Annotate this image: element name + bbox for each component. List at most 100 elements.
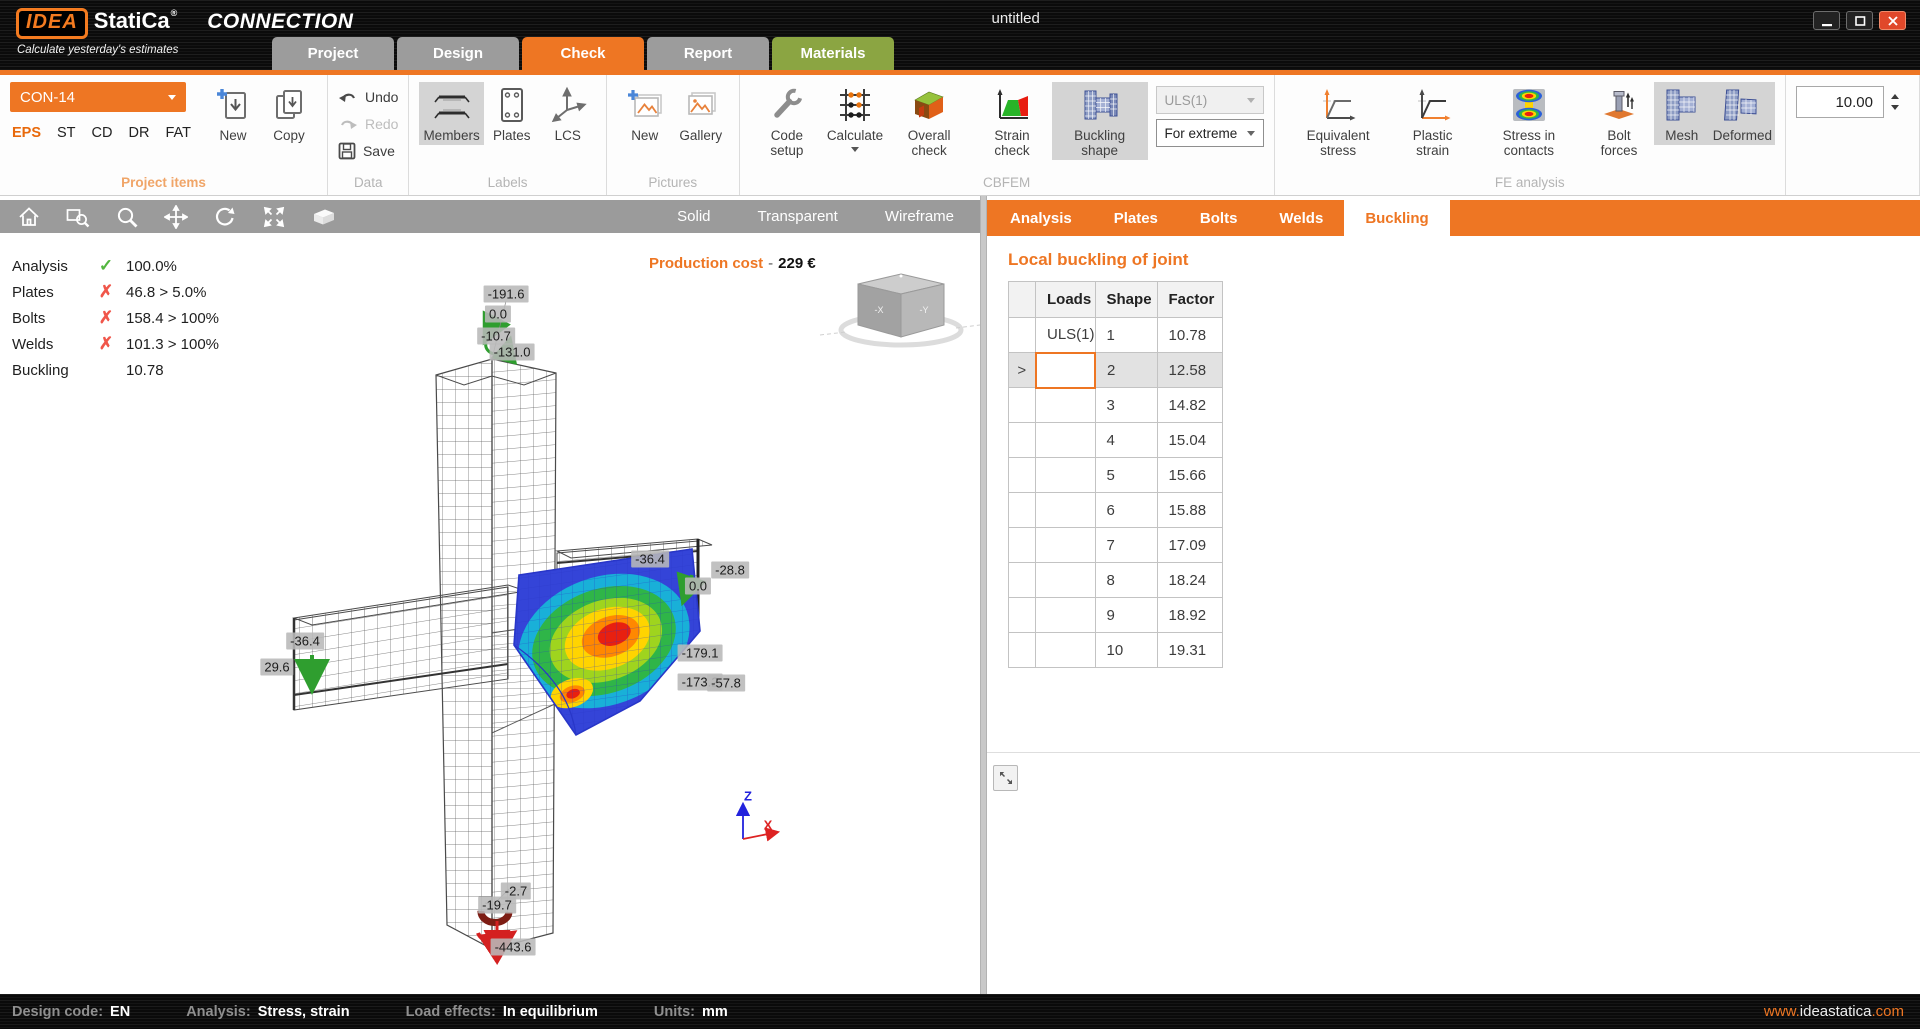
fit-view-icon[interactable] [261, 204, 287, 230]
home-view-icon[interactable] [16, 204, 42, 230]
stress-in-contacts-button[interactable]: Stress in contacts [1474, 82, 1585, 160]
tab-project[interactable]: Project [272, 37, 394, 70]
tab-check[interactable]: Check [522, 37, 644, 70]
column-header-factor[interactable]: Factor [1157, 282, 1222, 318]
results-tab-buckling[interactable]: Buckling [1344, 200, 1449, 236]
ribbon: CON-14 EPS ST CD DR FAT New C [0, 75, 1920, 196]
save-button[interactable]: Save [338, 140, 398, 162]
extreme-select[interactable]: For extreme [1156, 119, 1264, 147]
axes-icon [549, 85, 587, 125]
group-label-pictures: Pictures [607, 174, 739, 195]
model-value-label: 0.0 [685, 578, 711, 595]
viewport-3d: Solid Transparent Wireframe [0, 196, 980, 994]
spinner-up-icon[interactable] [1891, 94, 1899, 99]
buckling-shape-icon [1079, 85, 1121, 125]
group-label-cbfem: CBFEM [740, 174, 1274, 195]
redo-button[interactable]: Redo [338, 113, 398, 135]
table-row[interactable]: 5 15.66 [1009, 458, 1223, 493]
maximize-icon [1856, 17, 1865, 25]
strain-check-button[interactable]: Strain check [972, 82, 1051, 160]
mode-fat[interactable]: FAT [165, 125, 191, 141]
cube-face-y-label[interactable]: -Y [920, 305, 929, 315]
new-project-item-button[interactable]: New [205, 82, 261, 145]
overall-check-button[interactable]: Overall check [886, 82, 972, 160]
view-mode-wireframe[interactable]: Wireframe [885, 208, 954, 225]
main-area: Solid Transparent Wireframe [0, 196, 1920, 994]
chevron-down-icon [851, 147, 859, 152]
mode-st[interactable]: ST [57, 125, 76, 141]
column-header-loads[interactable]: Loads [1036, 282, 1096, 318]
deformed-scale-input[interactable]: 10.00 [1796, 86, 1884, 118]
cube-face-x-label[interactable]: -X [875, 305, 884, 315]
panel-splitter[interactable] [980, 196, 987, 994]
results-tab-plates[interactable]: Plates [1093, 200, 1179, 236]
indicator-column-header [1009, 282, 1036, 318]
members-labels-button[interactable]: Members [419, 82, 483, 145]
results-tab-bolts[interactable]: Bolts [1179, 200, 1259, 236]
model-canvas: Analysis ✓ 100.0% Plates ✗ 46.8 > 5.0% B… [0, 233, 980, 994]
zoom-window-icon[interactable] [65, 204, 91, 230]
tab-design[interactable]: Design [397, 37, 519, 70]
section-title: Local buckling of joint [1008, 250, 1920, 270]
mode-cd[interactable]: CD [92, 125, 113, 141]
plastic-strain-button[interactable]: Plastic strain [1392, 82, 1474, 160]
load-case-select[interactable]: ULS(1) [1156, 86, 1264, 114]
view-mode-transparent[interactable]: Transparent [758, 208, 838, 225]
mode-dr[interactable]: DR [129, 125, 150, 141]
window-controls [1813, 11, 1906, 30]
results-tab-analysis[interactable]: Analysis [989, 200, 1093, 236]
bolt-forces-button[interactable]: Bolt forces [1584, 82, 1654, 160]
table-row[interactable]: 10 19.31 [1009, 633, 1223, 668]
buckling-shape-button[interactable]: Buckling shape [1052, 82, 1148, 160]
maximize-button[interactable] [1846, 11, 1873, 30]
zoom-icon[interactable] [114, 204, 140, 230]
tab-materials[interactable]: Materials [772, 37, 894, 70]
copy-project-item-button[interactable]: Copy [261, 82, 317, 145]
status-units: Units:mm [654, 1004, 728, 1020]
code-setup-button[interactable]: Code setup [750, 82, 824, 160]
plates-labels-button[interactable]: Plates [484, 82, 540, 145]
ribbon-group-deformed-scale: 10.00 [1786, 75, 1920, 195]
spinner-down-icon[interactable] [1891, 105, 1899, 110]
connection-selector[interactable]: CON-14 [10, 82, 186, 112]
lcs-labels-button[interactable]: LCS [540, 82, 596, 145]
new-picture-button[interactable]: New [617, 82, 673, 145]
mesh-button[interactable]: Mesh [1654, 82, 1710, 145]
product-name: CONNECTION [207, 10, 353, 34]
view-toolbar: Solid Transparent Wireframe [0, 200, 980, 233]
table-row[interactable]: 6 15.88 [1009, 493, 1223, 528]
pan-icon[interactable] [163, 204, 189, 230]
column-header-shape[interactable]: Shape [1095, 282, 1157, 318]
clipping-box-icon[interactable] [310, 204, 336, 230]
results-tab-welds[interactable]: Welds [1258, 200, 1344, 236]
undo-button[interactable]: Undo [338, 86, 398, 108]
website-link[interactable]: www.ideastatica.com [1764, 1003, 1904, 1020]
table-row[interactable]: 3 14.82 [1009, 388, 1223, 423]
minimize-button[interactable] [1813, 11, 1840, 30]
view-mode-solid[interactable]: Solid [677, 208, 710, 225]
focused-cell[interactable] [1036, 353, 1096, 388]
table-row[interactable]: ULS(1) 1 10.78 [1009, 318, 1223, 353]
pass-icon: ✓ [88, 256, 124, 276]
gallery-button[interactable]: Gallery [673, 82, 729, 145]
model-value-label: -28.8 [711, 562, 749, 579]
wrench-icon [768, 85, 806, 125]
table-row-selected[interactable]: > 2 12.58 [1009, 353, 1223, 388]
mode-eps[interactable]: EPS [12, 125, 41, 141]
redo-icon [338, 117, 358, 131]
calculate-button[interactable]: Calculate [824, 82, 886, 154]
close-button[interactable] [1879, 11, 1906, 30]
equivalent-stress-button[interactable]: Equivalent stress [1285, 82, 1392, 160]
deformed-button[interactable]: Deformed [1710, 82, 1775, 145]
bolt-forces-icon [1600, 85, 1638, 125]
expand-panel-button[interactable] [993, 765, 1018, 791]
rotate-icon[interactable] [212, 204, 238, 230]
tab-report[interactable]: Report [647, 37, 769, 70]
model-value-label: -57.8 [707, 675, 745, 692]
ribbon-group-project-items: CON-14 EPS ST CD DR FAT New C [0, 75, 328, 195]
table-row[interactable]: 4 15.04 [1009, 423, 1223, 458]
table-row[interactable]: 8 18.24 [1009, 563, 1223, 598]
table-row[interactable]: 7 17.09 [1009, 528, 1223, 563]
table-row[interactable]: 9 18.92 [1009, 598, 1223, 633]
registered-mark: ® [171, 8, 178, 18]
